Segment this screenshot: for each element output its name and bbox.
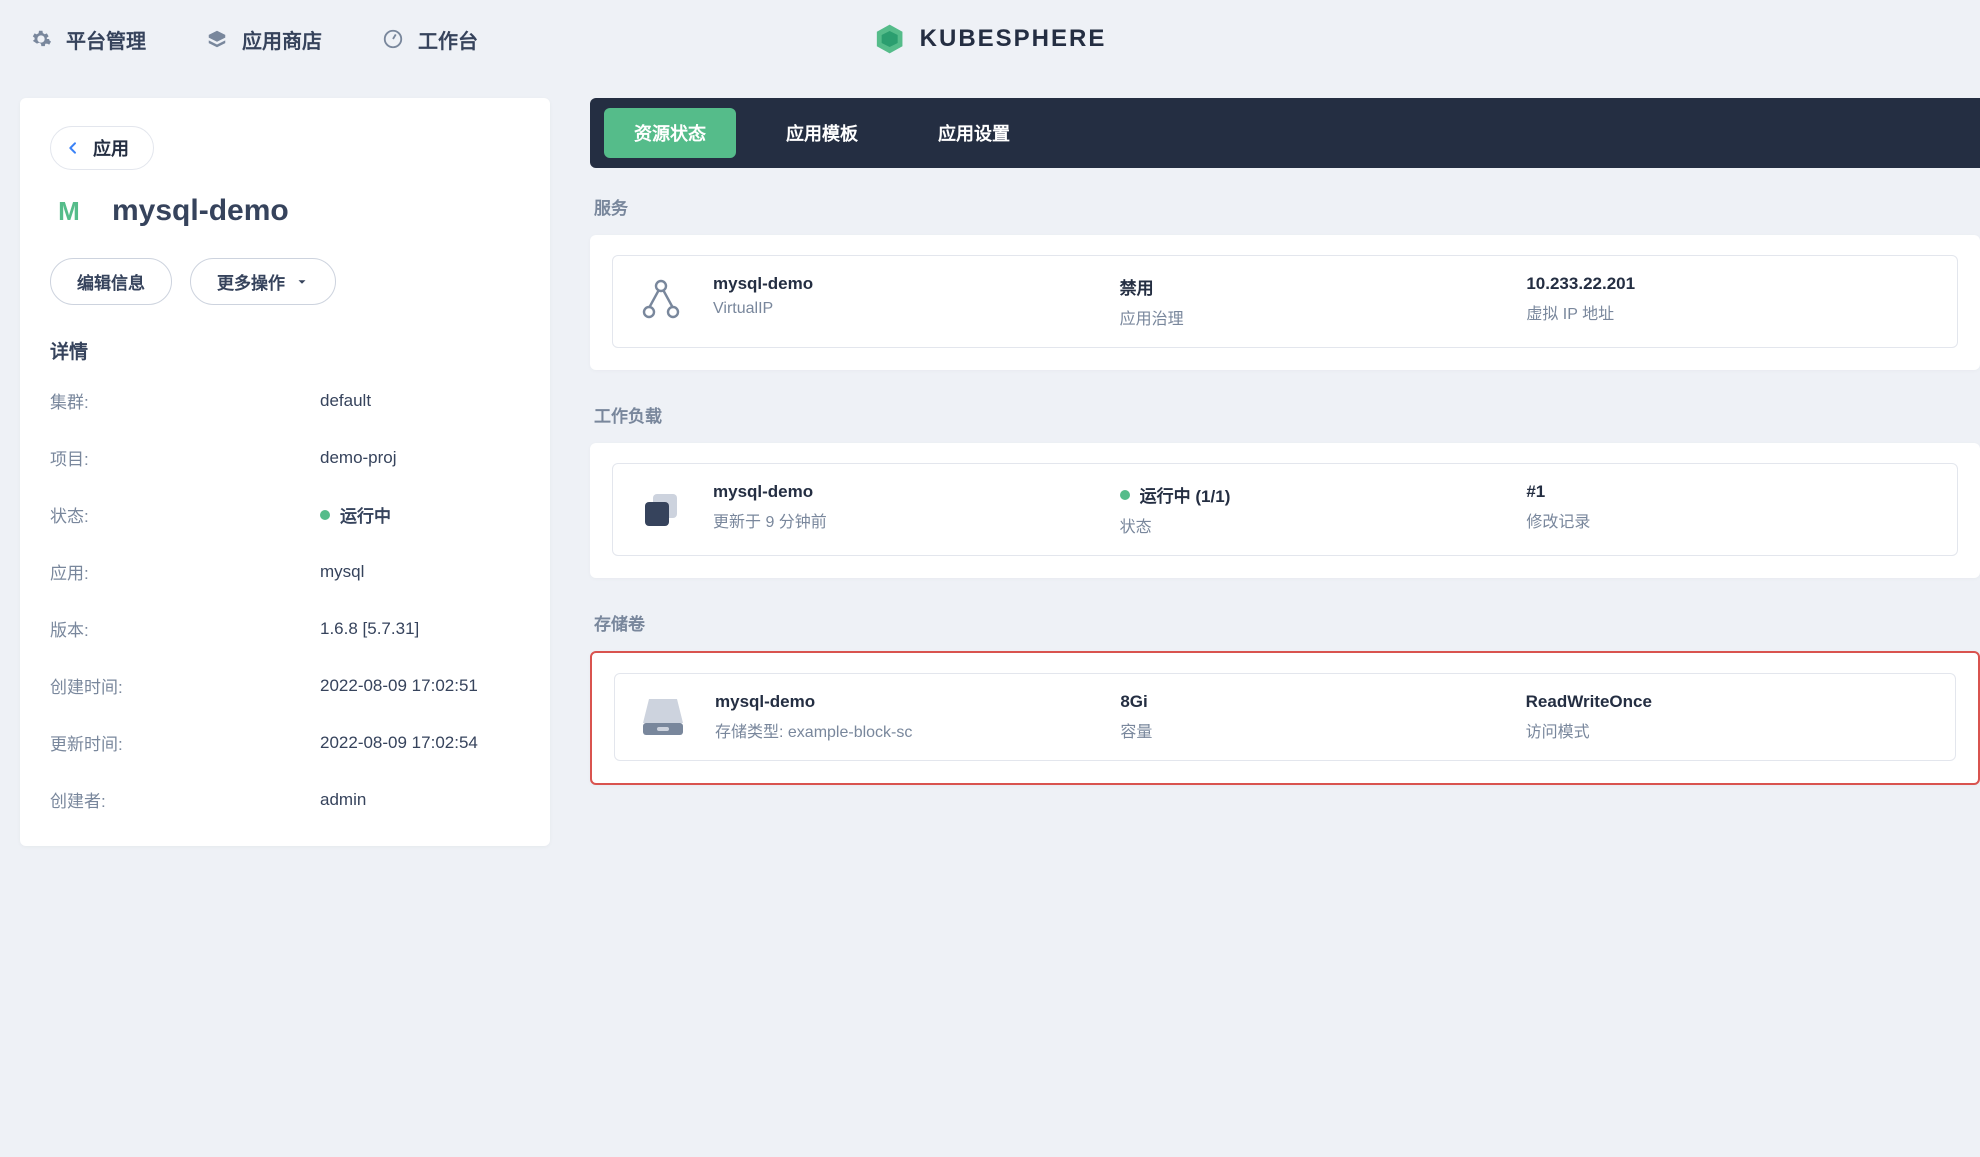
detail-key: 版本:: [50, 616, 320, 641]
app-title: mysql-demo: [112, 194, 289, 228]
nav-workbench[interactable]: 工作台: [382, 25, 478, 54]
gear-icon: [30, 28, 52, 50]
workload-status-text: 运行中 (1/1): [1140, 482, 1231, 507]
service-icon: [637, 278, 685, 326]
nav-platform[interactable]: 平台管理: [30, 25, 146, 54]
detail-val: default: [320, 388, 371, 413]
detail-val: demo-proj: [320, 445, 397, 470]
detail-row-version: 版本: 1.6.8 [5.7.31]: [50, 616, 520, 641]
detail-key: 更新时间:: [50, 730, 320, 755]
nav-store-label: 应用商店: [242, 25, 322, 54]
volumes-card: mysql-demo 存储类型: example-block-sc 8Gi 容量…: [590, 651, 1980, 785]
service-name: mysql-demo: [713, 274, 1120, 294]
detail-val: 2022-08-09 17:02:54: [320, 730, 478, 755]
more-actions-label: 更多操作: [217, 269, 285, 294]
service-type: VirtualIP: [713, 300, 1120, 318]
volume-sc: 存储类型: example-block-sc: [715, 718, 1120, 742]
tab-bar: 资源状态 应用模板 应用设置: [590, 98, 1980, 168]
kubesphere-logo-icon: [874, 23, 906, 55]
detail-row-status: 状态: 运行中: [50, 502, 520, 527]
volume-mode: ReadWriteOnce: [1526, 692, 1931, 712]
volume-capacity-label: 容量: [1120, 718, 1525, 742]
workload-row[interactable]: mysql-demo 更新于 9 分钟前 运行中 (1/1) 状态 #1 修改记…: [612, 463, 1958, 556]
detail-key: 应用:: [50, 559, 320, 584]
detail-val: 2022-08-09 17:02:51: [320, 673, 478, 698]
layers-icon: [206, 28, 228, 50]
section-title-workloads: 工作负载: [594, 402, 1980, 427]
services-card: mysql-demo VirtualIP 禁用 应用治理 10.233.22.2…: [590, 235, 1980, 370]
detail-key: 集群:: [50, 388, 320, 413]
app-title-row: M mysql-demo: [50, 192, 520, 230]
section-title-services: 服务: [594, 194, 1980, 219]
top-nav: 平台管理 应用商店 工作台: [30, 25, 478, 54]
detail-row-creator: 创建者: admin: [50, 787, 520, 812]
detail-row-created: 创建时间: 2022-08-09 17:02:51: [50, 673, 520, 698]
detail-key: 项目:: [50, 445, 320, 470]
detail-val: admin: [320, 787, 366, 812]
back-label: 应用: [93, 135, 129, 161]
status-text: 运行中: [340, 502, 391, 527]
service-gov-status: 禁用: [1120, 274, 1527, 299]
status-dot-icon: [320, 510, 330, 520]
nav-platform-label: 平台管理: [66, 25, 146, 54]
detail-val: 运行中: [320, 502, 391, 527]
detail-val: 1.6.8 [5.7.31]: [320, 616, 419, 641]
workload-status: 运行中 (1/1): [1120, 482, 1527, 507]
detail-row-project: 项目: demo-proj: [50, 445, 520, 470]
edit-info-button[interactable]: 编辑信息: [50, 258, 172, 305]
workload-updated: 更新于 9 分钟前: [713, 508, 1120, 532]
details-header: 详情: [50, 337, 520, 364]
volume-mode-label: 访问模式: [1526, 718, 1931, 742]
detail-key: 创建时间:: [50, 673, 320, 698]
service-gov-label: 应用治理: [1120, 305, 1527, 329]
edit-info-label: 编辑信息: [77, 269, 145, 294]
detail-row-app: 应用: mysql: [50, 559, 520, 584]
back-button[interactable]: 应用: [50, 126, 154, 170]
section-title-volumes: 存储卷: [594, 610, 1980, 635]
tab-app-template[interactable]: 应用模板: [756, 108, 888, 158]
chevron-left-icon: [65, 140, 81, 156]
side-panel: 应用 M mysql-demo 编辑信息 更多操作 详情 集群: default…: [20, 98, 550, 846]
workload-status-label: 状态: [1120, 513, 1527, 537]
nav-workbench-label: 工作台: [418, 25, 478, 54]
tab-app-settings[interactable]: 应用设置: [908, 108, 1040, 158]
app-letter-icon: M: [50, 192, 88, 230]
workload-icon: [637, 486, 685, 534]
top-header: 平台管理 应用商店 工作台 KUBESPHERE: [0, 0, 1980, 78]
volume-capacity: 8Gi: [1120, 692, 1525, 712]
workload-rev: #1: [1526, 482, 1933, 502]
detail-key: 创建者:: [50, 787, 320, 812]
workloads-card: mysql-demo 更新于 9 分钟前 运行中 (1/1) 状态 #1 修改记…: [590, 443, 1980, 578]
brand-text: KUBESPHERE: [920, 25, 1107, 53]
tab-resource-status[interactable]: 资源状态: [604, 108, 736, 158]
service-ip: 10.233.22.201: [1526, 274, 1933, 294]
nav-store[interactable]: 应用商店: [206, 25, 322, 54]
details-table: 集群: default 项目: demo-proj 状态: 运行中 应用: my…: [50, 388, 520, 812]
action-row: 编辑信息 更多操作: [50, 258, 520, 305]
volume-name: mysql-demo: [715, 692, 1120, 712]
service-ip-label: 虚拟 IP 地址: [1526, 300, 1933, 324]
volume-row[interactable]: mysql-demo 存储类型: example-block-sc 8Gi 容量…: [614, 673, 1956, 761]
caret-down-icon: [295, 275, 309, 289]
brand[interactable]: KUBESPHERE: [874, 23, 1107, 55]
status-dot-icon: [1120, 490, 1130, 500]
workload-name: mysql-demo: [713, 482, 1120, 502]
gauge-icon: [382, 28, 404, 50]
more-actions-button[interactable]: 更多操作: [190, 258, 336, 305]
detail-key: 状态:: [50, 502, 320, 527]
detail-row-updated: 更新时间: 2022-08-09 17:02:54: [50, 730, 520, 755]
workload-rev-label: 修改记录: [1526, 508, 1933, 532]
service-row[interactable]: mysql-demo VirtualIP 禁用 应用治理 10.233.22.2…: [612, 255, 1958, 348]
volume-icon: [639, 693, 687, 741]
detail-row-cluster: 集群: default: [50, 388, 520, 413]
main-content: 资源状态 应用模板 应用设置 服务 mysql-demo VirtualIP: [590, 98, 1980, 846]
detail-val: mysql: [320, 559, 364, 584]
